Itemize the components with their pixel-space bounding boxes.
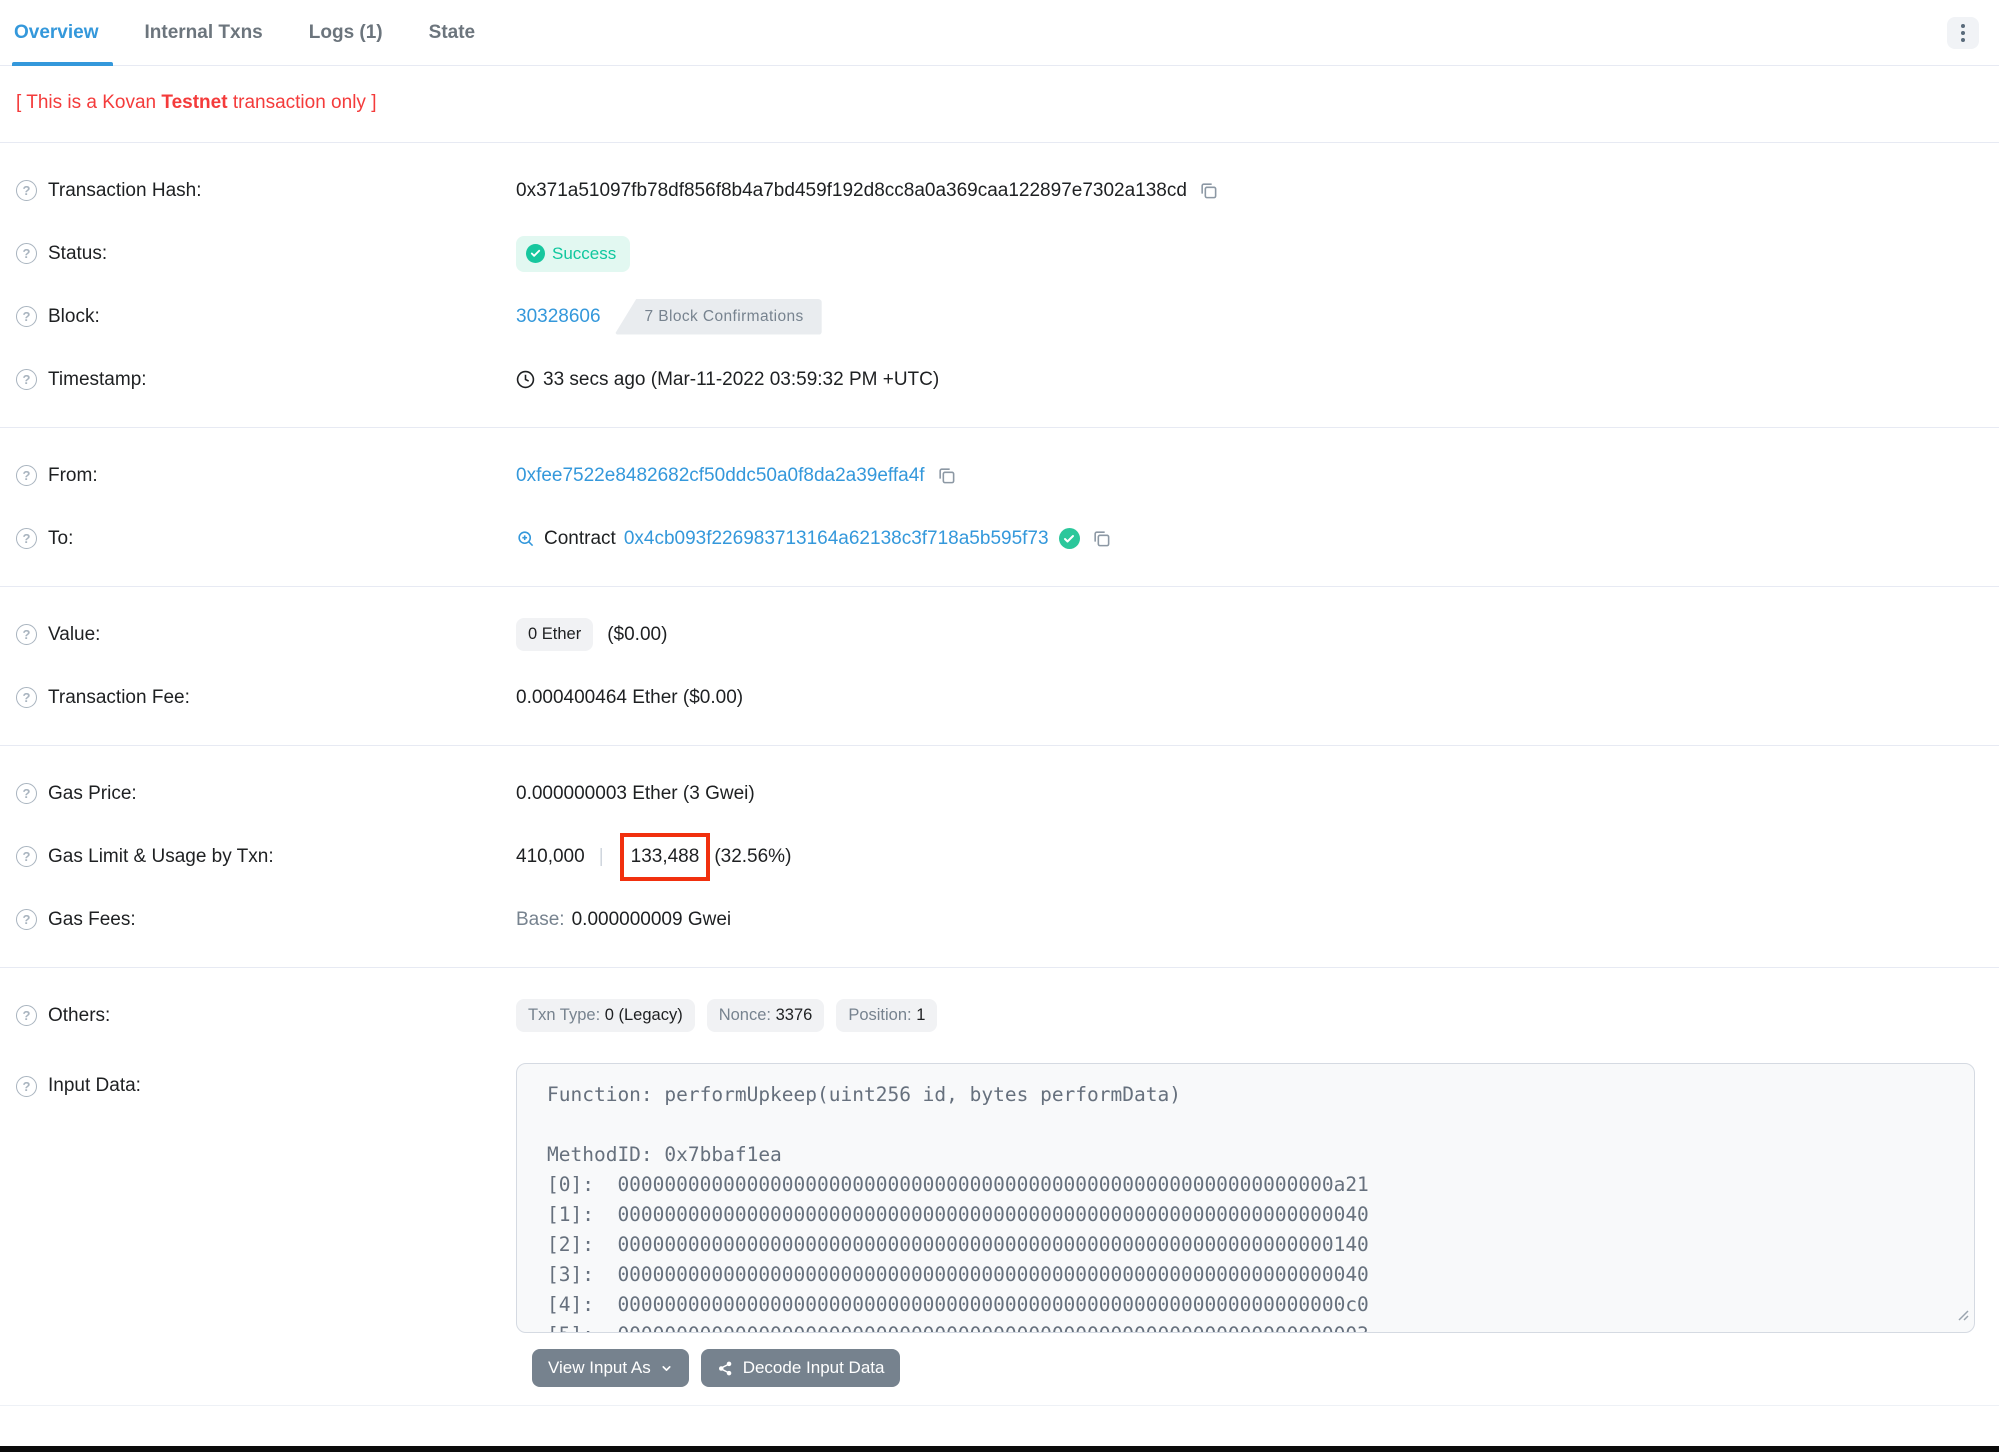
row-to: ? To: Contract 0x4cb093f226983713164a621…	[16, 507, 1983, 570]
transaction-fee-label: Transaction Fee:	[48, 686, 190, 708]
gas-price-value: 0.000000003 Ether (3 Gwei)	[516, 782, 755, 804]
help-icon[interactable]: ?	[16, 180, 37, 201]
help-icon[interactable]: ?	[16, 687, 37, 708]
help-icon[interactable]: ?	[16, 783, 37, 804]
tab-state[interactable]: State	[417, 0, 487, 65]
kebab-dot	[1961, 24, 1965, 28]
gas-fees-base-value: 0.000000009 Gwei	[571, 908, 732, 930]
tab-internal-txns[interactable]: Internal Txns	[133, 0, 275, 65]
more-options-button[interactable]	[1947, 17, 1979, 49]
row-input-data: ? Input Data: Function: performUpkeep(ui…	[16, 1057, 1983, 1333]
bottom-edge-bar	[0, 1446, 1999, 1452]
view-input-as-button[interactable]: View Input As	[532, 1349, 689, 1387]
row-from: ? From: 0xfee7522e8482682cf50ddc50a0f8da…	[16, 444, 1983, 507]
notice-bold: Testnet	[161, 92, 228, 113]
transaction-hash-value: 0x371a51097fb78df856f8b4a7bd459f192d8cc8…	[516, 179, 1187, 201]
copy-icon[interactable]	[937, 466, 956, 485]
to-label: To:	[48, 527, 74, 549]
footer-divider	[0, 1405, 1999, 1406]
resize-handle-icon[interactable]	[1955, 1305, 1969, 1327]
input-data-content: Function: performUpkeep(uint256 id, byte…	[547, 1083, 1369, 1332]
section-from-to: ? From: 0xfee7522e8482682cf50ddc50a0f8da…	[0, 428, 1999, 587]
value-usd: ($0.00)	[607, 623, 668, 645]
gas-used-percent: (32.56%)	[714, 845, 792, 867]
check-circle-icon	[526, 244, 545, 263]
from-label: From:	[48, 464, 98, 486]
copy-icon[interactable]	[1199, 181, 1218, 200]
kebab-dot	[1961, 31, 1965, 35]
help-icon[interactable]: ?	[16, 369, 37, 390]
decode-icon	[718, 1361, 732, 1375]
gas-used-value: 133,488	[630, 845, 700, 867]
clock-icon	[516, 370, 535, 389]
row-gas-limit-usage: ? Gas Limit & Usage by Txn: 410,000 | 13…	[16, 825, 1983, 888]
help-icon[interactable]: ?	[16, 306, 37, 327]
section-hash-status-block-time: ? Transaction Hash: 0x371a51097fb78df856…	[0, 143, 1999, 428]
others-label: Others:	[48, 1004, 111, 1026]
gas-fees-base-label: Base:	[516, 908, 565, 930]
input-data-actions: View Input As Decode Input Data	[532, 1349, 1983, 1387]
section-others-input: ? Others: Txn Type: 0 (Legacy) Nonce: 33…	[0, 968, 1999, 1422]
block-confirmations-badge: 7 Block Confirmations	[614, 298, 822, 335]
txn-type-badge: Txn Type: 0 (Legacy)	[516, 999, 695, 1032]
help-icon[interactable]: ?	[16, 1005, 37, 1026]
timestamp-label: Timestamp:	[48, 368, 147, 390]
help-icon[interactable]: ?	[16, 909, 37, 930]
notice-close: transaction only ]	[227, 92, 377, 113]
verified-check-icon	[1058, 528, 1080, 549]
status-label: Status:	[48, 242, 108, 264]
row-gas-fees: ? Gas Fees: Base: 0.000000009 Gwei	[16, 888, 1983, 951]
gas-used-highlight-box: 133,488	[619, 832, 711, 881]
help-icon[interactable]: ?	[16, 846, 37, 867]
copy-icon[interactable]	[1092, 529, 1111, 548]
tab-logs[interactable]: Logs (1)	[297, 0, 395, 65]
help-icon[interactable]: ?	[16, 243, 37, 264]
row-block: ? Block: 30328606 7 Block Confirmations	[16, 285, 1983, 348]
nonce-badge: Nonce: 3376	[706, 999, 825, 1032]
row-transaction-fee: ? Transaction Fee: 0.000400464 Ether ($0…	[16, 666, 1983, 729]
help-icon[interactable]: ?	[16, 528, 37, 549]
tab-bar: Overview Internal Txns Logs (1) State	[0, 0, 1999, 66]
row-transaction-hash: ? Transaction Hash: 0x371a51097fb78df856…	[16, 159, 1983, 222]
gas-limit-label: Gas Limit & Usage by Txn:	[48, 845, 274, 867]
gas-limit-separator: |	[598, 845, 604, 867]
position-badge: Position: 1	[836, 999, 938, 1032]
row-status: ? Status: Success	[16, 222, 1983, 285]
transaction-fee-value: 0.000400464 Ether ($0.00)	[516, 686, 744, 708]
chevron-down-icon	[662, 1365, 671, 1371]
section-gas: ? Gas Price: 0.000000003 Ether (3 Gwei) …	[0, 746, 1999, 968]
transaction-hash-label: Transaction Hash:	[48, 179, 202, 201]
transaction-detail-page: Overview Internal Txns Logs (1) State [ …	[0, 0, 1999, 1452]
tab-overview[interactable]: Overview	[12, 0, 112, 66]
notice-open: [ This is a Kovan	[16, 92, 162, 113]
row-others: ? Others: Txn Type: 0 (Legacy) Nonce: 33…	[16, 984, 1983, 1047]
help-icon[interactable]: ?	[16, 1075, 37, 1097]
testnet-notice: [ This is a Kovan Testnet transaction on…	[0, 66, 1999, 143]
value-label: Value:	[48, 623, 101, 645]
row-gas-price: ? Gas Price: 0.000000003 Ether (3 Gwei)	[16, 762, 1983, 825]
help-icon[interactable]: ?	[16, 624, 37, 645]
status-badge: Success	[516, 235, 631, 272]
row-value: ? Value: 0 Ether ($0.00)	[16, 603, 1983, 666]
section-value-fee: ? Value: 0 Ether ($0.00) ? Transaction F…	[0, 587, 1999, 746]
gas-limit-value: 410,000	[516, 845, 585, 867]
help-icon[interactable]: ?	[16, 465, 37, 486]
zoom-in-icon[interactable]	[516, 529, 535, 548]
gas-price-label: Gas Price:	[48, 782, 137, 804]
input-data-textarea[interactable]: Function: performUpkeep(uint256 id, byte…	[516, 1063, 1975, 1333]
input-data-label: Input Data:	[48, 1075, 141, 1096]
block-number-link[interactable]: 30328606	[516, 306, 601, 328]
gas-fees-label: Gas Fees:	[48, 908, 136, 930]
decode-input-data-button[interactable]: Decode Input Data	[700, 1349, 901, 1387]
timestamp-value: 33 secs ago (Mar-11-2022 03:59:32 PM +UT…	[543, 368, 940, 390]
to-contract-prefix: Contract	[544, 527, 616, 549]
row-timestamp: ? Timestamp: 33 secs ago (Mar-11-2022 03…	[16, 348, 1983, 411]
kebab-dot	[1961, 38, 1965, 42]
block-label: Block:	[48, 305, 100, 327]
to-address-link[interactable]: 0x4cb093f226983713164a62138c3f718a5b595f…	[624, 528, 1049, 550]
from-address-link[interactable]: 0xfee7522e8482682cf50ddc50a0f8da2a39effa…	[516, 465, 925, 487]
value-ether-badge: 0 Ether	[516, 618, 594, 651]
